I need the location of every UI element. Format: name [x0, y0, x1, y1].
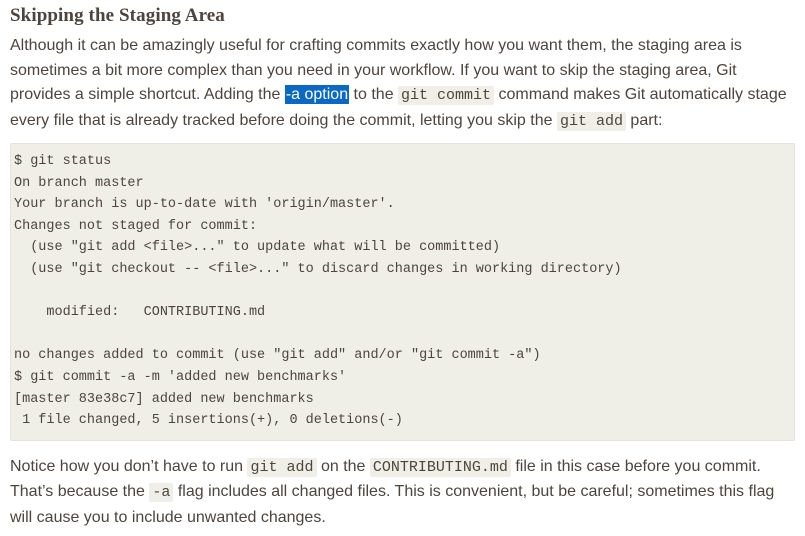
code-line: modified: CONTRIBUTING.md: [14, 305, 266, 321]
intro-text-4: part:: [625, 111, 663, 129]
selected-inline-code[interactable]: -a: [286, 86, 300, 103]
outro-text-2: on the: [316, 457, 370, 475]
inline-code-filename: CONTRIBUTING.md: [369, 457, 511, 477]
code-line: no changes added to commit (use "git add…: [14, 348, 541, 364]
terminal-code-block: $ git status On branch master Your branch …: [10, 143, 795, 441]
code-line: 1 file changed, 5 insertions(+), 0 delet…: [14, 413, 403, 429]
intro-paragraph: Although it can be amazingly useful for …: [10, 34, 795, 134]
inline-code-a-flag: -a: [149, 483, 174, 503]
code-line: Your branch is up-to-date with 'origin/m…: [14, 197, 395, 213]
inline-code-git-commit: git commit: [398, 86, 495, 105]
outro-text-1: Notice how you don’t have to run: [10, 457, 248, 475]
inline-code-git-add: git add: [556, 111, 626, 131]
section-title: Skipping the Staging Area: [10, 5, 225, 26]
document-page: Skipping the Staging Area Although it ca…: [0, 0, 805, 536]
code-line: $ git commit -a -m 'added new benchmarks…: [14, 369, 347, 385]
selected-word[interactable]: option: [300, 86, 349, 103]
outro-paragraph: Notice how you don’t have to run git add…: [10, 455, 795, 531]
code-line: (use "git checkout -- <file>..." to disc…: [14, 261, 622, 277]
code-line: (use "git add <file>..." to update what …: [14, 240, 501, 256]
inline-code-git-add: git add: [247, 457, 317, 477]
code-line: On branch master: [14, 175, 144, 191]
selected-text[interactable]: -a option: [284, 85, 350, 104]
code-line: Changes not staged for commit:: [14, 218, 258, 234]
code-line: $ git status: [14, 154, 112, 169]
intro-text-2: to the: [349, 86, 399, 103]
code-line: [master 83e38c7] added new benchmarks: [14, 391, 314, 407]
